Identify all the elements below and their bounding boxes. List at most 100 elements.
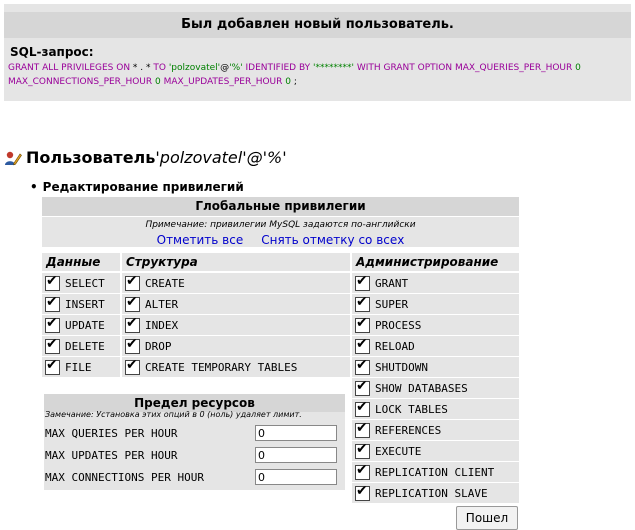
column-header-admin: Администрирование [352, 253, 519, 271]
checkbox-checked[interactable] [45, 315, 60, 333]
max-connections-input[interactable] [255, 469, 337, 485]
privilege-update[interactable]: UPDATE [42, 315, 120, 335]
user-heading: Пользователь 'polzovatel' @'%' [4, 148, 287, 167]
privilege-select[interactable]: SELECT [42, 273, 120, 293]
uncheck-all-link[interactable]: Снять отметку со всех [261, 233, 404, 247]
privilege-replication-client[interactable]: REPLICATION CLIENT [352, 462, 519, 482]
sql-part: GRANT ALL PRIVILEGES ON [8, 63, 131, 73]
sql-part: '%' [229, 63, 243, 73]
max-updates-input[interactable] [255, 447, 337, 463]
checkbox-checked[interactable] [45, 273, 60, 291]
privilege-alter[interactable]: ALTER [122, 294, 350, 314]
checkbox-checked[interactable] [125, 336, 140, 354]
sql-part: TO [153, 63, 166, 73]
privilege-label: SHOW DATABASES [375, 381, 468, 395]
privilege-label: SUPER [375, 297, 409, 311]
user-heading-label: Пользователь [26, 148, 156, 167]
privilege-replication-slave[interactable]: REPLICATION SLAVE [352, 483, 519, 503]
privilege-label: DROP [145, 339, 172, 353]
privilege-label: RELOAD [375, 339, 415, 353]
sql-part: * . * [130, 63, 154, 73]
sql-part: WITH GRANT OPTION MAX_QUERIES_PER_HOUR [353, 63, 576, 73]
privilege-label: SELECT [65, 276, 105, 290]
privilege-lock-tables[interactable]: LOCK TABLES [352, 399, 519, 419]
privilege-label: DELETE [65, 339, 105, 353]
privilege-create[interactable]: CREATE [122, 273, 350, 293]
privilege-label: EXECUTE [375, 444, 422, 458]
privilege-label: INSERT [65, 297, 105, 311]
resource-row-max-updates: MAX UPDATES PER HOUR [44, 445, 345, 465]
privilege-references[interactable]: REFERENCES [352, 420, 519, 440]
checkbox-checked[interactable] [45, 294, 60, 312]
privilege-label: CREATE TEMPORARY TABLES [145, 360, 298, 374]
sql-part: 0 [575, 63, 581, 73]
resource-label: MAX UPDATES PER HOUR [45, 448, 178, 462]
checkbox-checked[interactable] [355, 420, 370, 438]
checkbox-checked[interactable] [355, 315, 370, 333]
privilege-delete[interactable]: DELETE [42, 336, 120, 356]
sql-part: @ [220, 63, 230, 73]
privilege-label: ALTER [145, 297, 179, 311]
notice-title: Был добавлен новый пользователь. [4, 12, 631, 38]
resource-label: MAX QUERIES PER HOUR [45, 426, 178, 440]
privilege-label: SHUTDOWN [375, 360, 428, 374]
user-host: @'%' [246, 148, 287, 167]
privilege-reload[interactable]: RELOAD [352, 336, 519, 356]
privilege-label: LOCK TABLES [375, 402, 448, 416]
checkbox-checked[interactable] [355, 294, 370, 312]
privilege-label: UPDATE [65, 318, 105, 332]
privilege-create-temporary-tables[interactable]: CREATE TEMPORARY TABLES [122, 357, 350, 377]
privilege-execute[interactable]: EXECUTE [352, 441, 519, 461]
privilege-shutdown[interactable]: SHUTDOWN [352, 357, 519, 377]
privileges-note: Примечание: привилегии MySQL задаются по… [145, 220, 416, 230]
privilege-label: GRANT [375, 276, 409, 290]
sql-part: '********' [313, 63, 354, 73]
checkbox-checked[interactable] [355, 336, 370, 354]
column-header-structure: Структура [122, 253, 350, 271]
privilege-super[interactable]: SUPER [352, 294, 519, 314]
check-links: Отметить все Снять отметку со всех [42, 233, 519, 247]
privilege-label: INDEX [145, 318, 179, 332]
sql-query: GRANT ALL PRIVILEGES ON * . * TO 'polzov… [8, 61, 628, 89]
checkbox-checked[interactable] [355, 273, 370, 291]
resource-row-max-connections: MAX CONNECTIONS PER HOUR [44, 467, 345, 487]
checkbox-checked[interactable] [355, 462, 370, 480]
privilege-show-databases[interactable]: SHOW DATABASES [352, 378, 519, 398]
checkbox-checked[interactable] [355, 441, 370, 459]
privilege-index[interactable]: INDEX [122, 315, 350, 335]
checkbox-checked[interactable] [355, 378, 370, 396]
privilege-process[interactable]: PROCESS [352, 315, 519, 335]
sql-label: SQL-запрос: [10, 45, 94, 59]
privilege-label: REFERENCES [375, 423, 442, 437]
privilege-drop[interactable]: DROP [122, 336, 350, 356]
checkbox-checked[interactable] [125, 357, 140, 375]
checkbox-checked[interactable] [355, 483, 370, 501]
privilege-label: REPLICATION CLIENT [375, 465, 495, 479]
privilege-file[interactable]: FILE [42, 357, 120, 377]
checkbox-checked[interactable] [45, 336, 60, 354]
sql-part: IDENTIFIED BY [242, 63, 314, 73]
privilege-insert[interactable]: INSERT [42, 294, 120, 314]
checkbox-checked[interactable] [355, 399, 370, 417]
user-edit-icon [5, 151, 22, 165]
privilege-label: REPLICATION SLAVE [375, 486, 488, 500]
resource-limits-box: Предел ресурсов Замечание: Установка эти… [44, 394, 345, 490]
submit-button[interactable]: Пошел [456, 506, 518, 530]
max-queries-input[interactable] [255, 425, 337, 441]
checkbox-checked[interactable] [125, 273, 140, 291]
user-name: 'polzovatel' [155, 148, 247, 167]
checkbox-checked[interactable] [45, 357, 60, 375]
sql-part: MAX_UPDATES_PER_HOUR [160, 77, 286, 87]
edit-privileges-label: Редактирование привилегий [30, 180, 244, 194]
resource-row-max-queries: MAX QUERIES PER HOUR [44, 423, 345, 443]
sql-part: MAX_CONNECTIONS_PER_HOUR [8, 77, 155, 87]
privilege-label: FILE [65, 360, 92, 374]
global-privileges-title: Глобальные привилегии [42, 197, 519, 216]
checkbox-checked[interactable] [355, 357, 370, 375]
privilege-grant[interactable]: GRANT [352, 273, 519, 293]
check-all-link[interactable]: Отметить все [157, 233, 244, 247]
checkbox-checked[interactable] [125, 294, 140, 312]
checkbox-checked[interactable] [125, 315, 140, 333]
privilege-label: CREATE [145, 276, 185, 290]
sql-part: ; [290, 77, 297, 87]
